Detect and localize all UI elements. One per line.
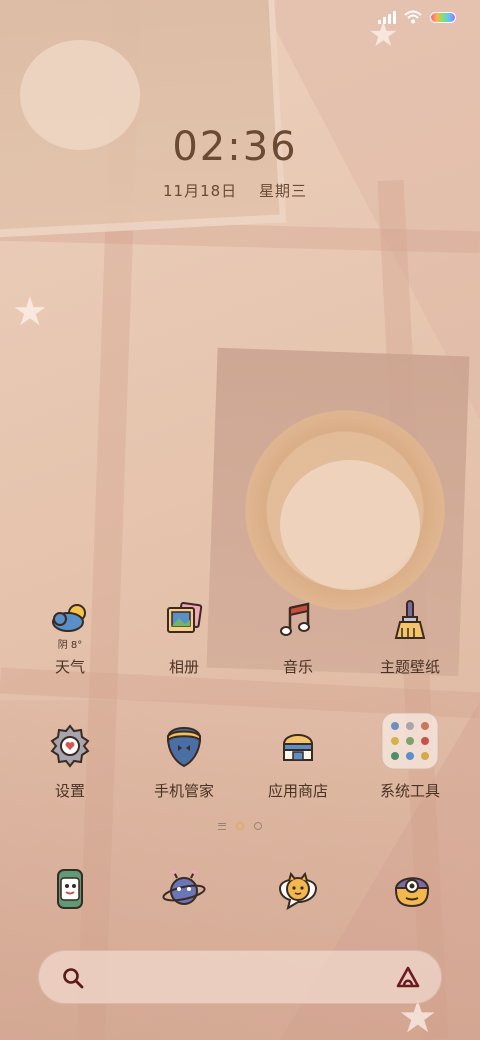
dock-camera[interactable]: [388, 866, 436, 914]
app-label: 相册: [168, 658, 199, 676]
music-icon: [274, 598, 322, 646]
app-store[interactable]: 应用商店: [238, 722, 358, 801]
phone-icon: [57, 869, 83, 909]
app-label: 设置: [54, 782, 85, 800]
status-bar: [378, 10, 456, 24]
app-label: 系统工具: [379, 782, 440, 800]
app-gallery[interactable]: 相册: [124, 598, 244, 677]
security-icon: [160, 722, 208, 770]
folder-system-tools[interactable]: 系统工具: [350, 712, 470, 801]
cat-chat-icon: [278, 871, 318, 911]
app-label: 应用商店: [267, 782, 328, 800]
star-decoration: ★: [12, 289, 48, 335]
assistant-icon[interactable]: [395, 965, 421, 991]
app-store-icon: [274, 722, 322, 770]
dock-chat[interactable]: [274, 866, 322, 914]
weather-icon: 阴 8°: [46, 598, 94, 651]
app-music[interactable]: 音乐: [238, 598, 358, 677]
app-label: 主题壁纸: [379, 658, 440, 676]
battery-icon: [430, 11, 456, 23]
clock-time[interactable]: 02:36: [0, 124, 470, 170]
app-label: 音乐: [282, 658, 313, 676]
signal-icon: [378, 10, 396, 24]
page-list-icon[interactable]: [218, 822, 226, 830]
wifi-icon: [404, 10, 422, 24]
dock-phone[interactable]: [46, 866, 94, 914]
app-settings[interactable]: 设置: [10, 722, 130, 801]
search-icon[interactable]: [61, 966, 85, 990]
planet-messages-icon: [162, 870, 206, 905]
themes-icon: [386, 598, 434, 646]
clock-date[interactable]: 11月18日 星期三: [0, 180, 470, 201]
settings-icon: [46, 722, 94, 770]
dock-messages[interactable]: [160, 866, 208, 914]
date-text: 11月18日: [163, 182, 238, 200]
folder-icon: [381, 712, 439, 770]
page-dot-active[interactable]: [236, 822, 244, 830]
page-dot[interactable]: [254, 822, 262, 830]
app-themes[interactable]: 主题壁纸: [350, 598, 470, 677]
weekday-text: 星期三: [258, 182, 307, 200]
app-weather[interactable]: 阴 8° 天气: [10, 598, 130, 677]
weather-temp: 阴 8°: [57, 640, 83, 651]
page-indicator[interactable]: [0, 822, 480, 830]
app-label: 天气: [54, 658, 85, 676]
app-label: 手机管家: [153, 782, 214, 800]
search-bar[interactable]: [38, 950, 442, 1004]
app-phone-manager[interactable]: 手机管家: [124, 722, 244, 801]
gallery-icon: [160, 598, 208, 646]
camera-icon: [394, 877, 430, 908]
